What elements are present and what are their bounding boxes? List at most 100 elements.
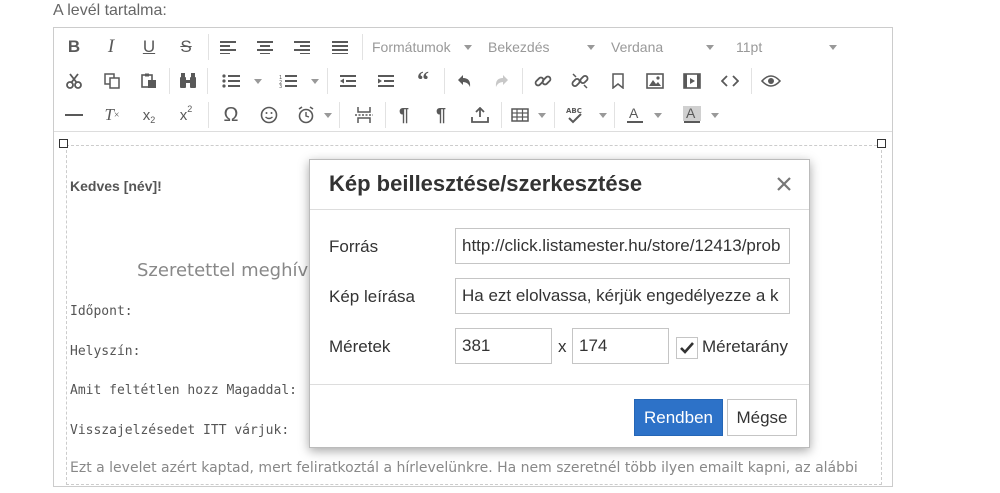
clear-formatting-icon[interactable]: T × bbox=[98, 101, 126, 129]
font-family-select[interactable]: Verdana bbox=[611, 33, 663, 61]
media-icon[interactable] bbox=[678, 67, 706, 95]
special-character-icon[interactable]: Ω bbox=[217, 101, 245, 129]
source-code-icon[interactable] bbox=[716, 67, 744, 95]
dimension-separator: x bbox=[558, 337, 567, 356]
table-icon[interactable] bbox=[506, 101, 534, 129]
toolbar-divider bbox=[208, 34, 209, 60]
chevron-down-icon[interactable] bbox=[587, 45, 595, 50]
paragraph-ltr-icon[interactable]: ¶ bbox=[390, 101, 418, 129]
bold-icon[interactable]: B bbox=[60, 33, 88, 61]
dialog-footer: Rendben Mégse bbox=[310, 384, 809, 447]
find-replace-icon[interactable] bbox=[174, 67, 202, 95]
chevron-down-icon[interactable] bbox=[829, 45, 837, 50]
width-input[interactable]: 381 bbox=[455, 328, 552, 364]
superscript-icon[interactable]: x2 bbox=[172, 101, 200, 129]
strikethrough-icon[interactable]: S bbox=[172, 33, 200, 61]
subscript-icon[interactable]: x2 bbox=[135, 101, 163, 129]
chevron-down-icon[interactable] bbox=[706, 45, 714, 50]
text-color-icon[interactable]: A bbox=[621, 101, 649, 129]
resize-handle[interactable] bbox=[59, 139, 68, 148]
svg-text:3: 3 bbox=[279, 84, 282, 88]
align-center-icon[interactable] bbox=[251, 33, 279, 61]
cut-icon[interactable] bbox=[60, 67, 88, 95]
height-input[interactable]: 174 bbox=[572, 328, 669, 364]
formats-select[interactable]: Formátumok bbox=[372, 33, 451, 61]
chevron-down-icon[interactable] bbox=[464, 45, 472, 50]
block-format-select[interactable]: Bekezdés bbox=[488, 33, 549, 61]
italic-icon[interactable]: I bbox=[97, 33, 125, 61]
toolbar-divider bbox=[554, 102, 555, 128]
toolbar-divider bbox=[339, 102, 340, 128]
font-size-select[interactable]: 11pt bbox=[736, 33, 762, 61]
checkmark-icon bbox=[680, 342, 694, 354]
toolbar-divider bbox=[614, 102, 615, 128]
editor-toolbar: B I U S Formátumok Bekezdés Verdana 11pt… bbox=[54, 28, 892, 132]
constrain-proportions-label: Méretarány bbox=[702, 337, 788, 356]
underline-icon[interactable]: U bbox=[135, 33, 163, 61]
dialog-title: Kép beillesztése/szerkesztése bbox=[329, 171, 643, 196]
time-line: Időpont: bbox=[70, 304, 133, 319]
svg-text:A: A bbox=[629, 106, 639, 121]
numbered-list-icon[interactable]: 123 bbox=[274, 67, 302, 95]
image-icon[interactable] bbox=[641, 67, 669, 95]
background-color-icon[interactable]: A bbox=[678, 101, 706, 129]
copy-icon[interactable] bbox=[98, 67, 126, 95]
paste-icon[interactable] bbox=[135, 67, 163, 95]
close-icon[interactable] bbox=[773, 173, 795, 195]
toolbar-divider bbox=[522, 68, 523, 94]
description-input[interactable]: Ha ezt elolvassa, kérjük engedélyezze a … bbox=[455, 278, 790, 314]
section-label: A levél tartalma: bbox=[53, 2, 167, 19]
link-icon[interactable] bbox=[529, 67, 557, 95]
align-left-icon[interactable] bbox=[214, 33, 242, 61]
preview-eye-icon[interactable] bbox=[757, 67, 785, 95]
redo-icon[interactable] bbox=[488, 67, 516, 95]
svg-text:ABC: ABC bbox=[566, 107, 582, 115]
location-line: Helyszín: bbox=[70, 344, 141, 359]
image-dialog: Kép beillesztése/szerkesztése Forrás htt… bbox=[309, 159, 810, 448]
source-label: Forrás bbox=[329, 237, 379, 256]
source-input[interactable]: http://click.listamester.hu/store/12413/… bbox=[455, 228, 790, 264]
bring-line: Amit feltétlen hozz Magaddal: bbox=[70, 383, 297, 398]
ok-button[interactable]: Rendben bbox=[634, 399, 723, 436]
dimensions-label: Méretek bbox=[329, 337, 391, 356]
chevron-down-icon[interactable] bbox=[538, 113, 546, 118]
greeting-text: Kedves [név]! bbox=[70, 178, 162, 194]
emoticons-icon[interactable] bbox=[255, 101, 283, 129]
indent-icon[interactable] bbox=[372, 67, 400, 95]
toolbar-divider bbox=[208, 102, 209, 128]
outdent-icon[interactable] bbox=[334, 67, 362, 95]
chevron-down-icon[interactable] bbox=[654, 113, 662, 118]
align-justify-icon[interactable] bbox=[326, 33, 354, 61]
invite-heading: Szeretettel meghívu bbox=[137, 260, 320, 281]
dialog-header: Kép beillesztése/szerkesztése bbox=[310, 160, 809, 210]
unlink-icon[interactable] bbox=[566, 67, 594, 95]
svg-text:A: A bbox=[686, 106, 696, 121]
chevron-down-icon[interactable] bbox=[311, 79, 319, 84]
bullet-list-icon[interactable] bbox=[217, 67, 245, 95]
chevron-down-icon[interactable] bbox=[599, 113, 607, 118]
cancel-button[interactable]: Mégse bbox=[727, 399, 797, 436]
resize-handle[interactable] bbox=[877, 139, 886, 148]
toolbar-divider bbox=[385, 102, 386, 128]
chevron-down-icon[interactable] bbox=[711, 113, 719, 118]
feedback-line: Visszajelzésedet ITT várjuk: bbox=[70, 423, 290, 438]
undo-icon[interactable] bbox=[450, 67, 478, 95]
toolbar-divider bbox=[327, 68, 328, 94]
toolbar-row-1: B I U S Formátumok Bekezdés Verdana 11pt bbox=[54, 30, 892, 64]
bookmark-icon[interactable] bbox=[604, 67, 632, 95]
page-break-icon[interactable] bbox=[350, 101, 378, 129]
insert-template-icon[interactable] bbox=[466, 101, 494, 129]
description-label: Kép leírása bbox=[329, 287, 415, 306]
paragraph-rtl-icon[interactable]: ¶ bbox=[427, 101, 455, 129]
footer-text: Ezt a levelet azért kaptad, mert felirat… bbox=[70, 460, 858, 476]
constrain-proportions-checkbox[interactable] bbox=[676, 337, 698, 359]
toolbar-row-2: 123 “ bbox=[54, 64, 892, 98]
blockquote-icon[interactable]: “ bbox=[409, 67, 437, 95]
align-right-icon[interactable] bbox=[288, 33, 316, 61]
clock-icon[interactable] bbox=[292, 101, 320, 129]
chevron-down-icon[interactable] bbox=[324, 113, 332, 118]
chevron-down-icon[interactable] bbox=[254, 79, 262, 84]
spellcheck-icon[interactable]: ABC bbox=[561, 101, 589, 129]
toolbar-row-3: T × x2 x2 Ω ¶ ¶ ABC A A bbox=[54, 98, 892, 132]
horizontal-rule-icon[interactable] bbox=[60, 101, 88, 129]
